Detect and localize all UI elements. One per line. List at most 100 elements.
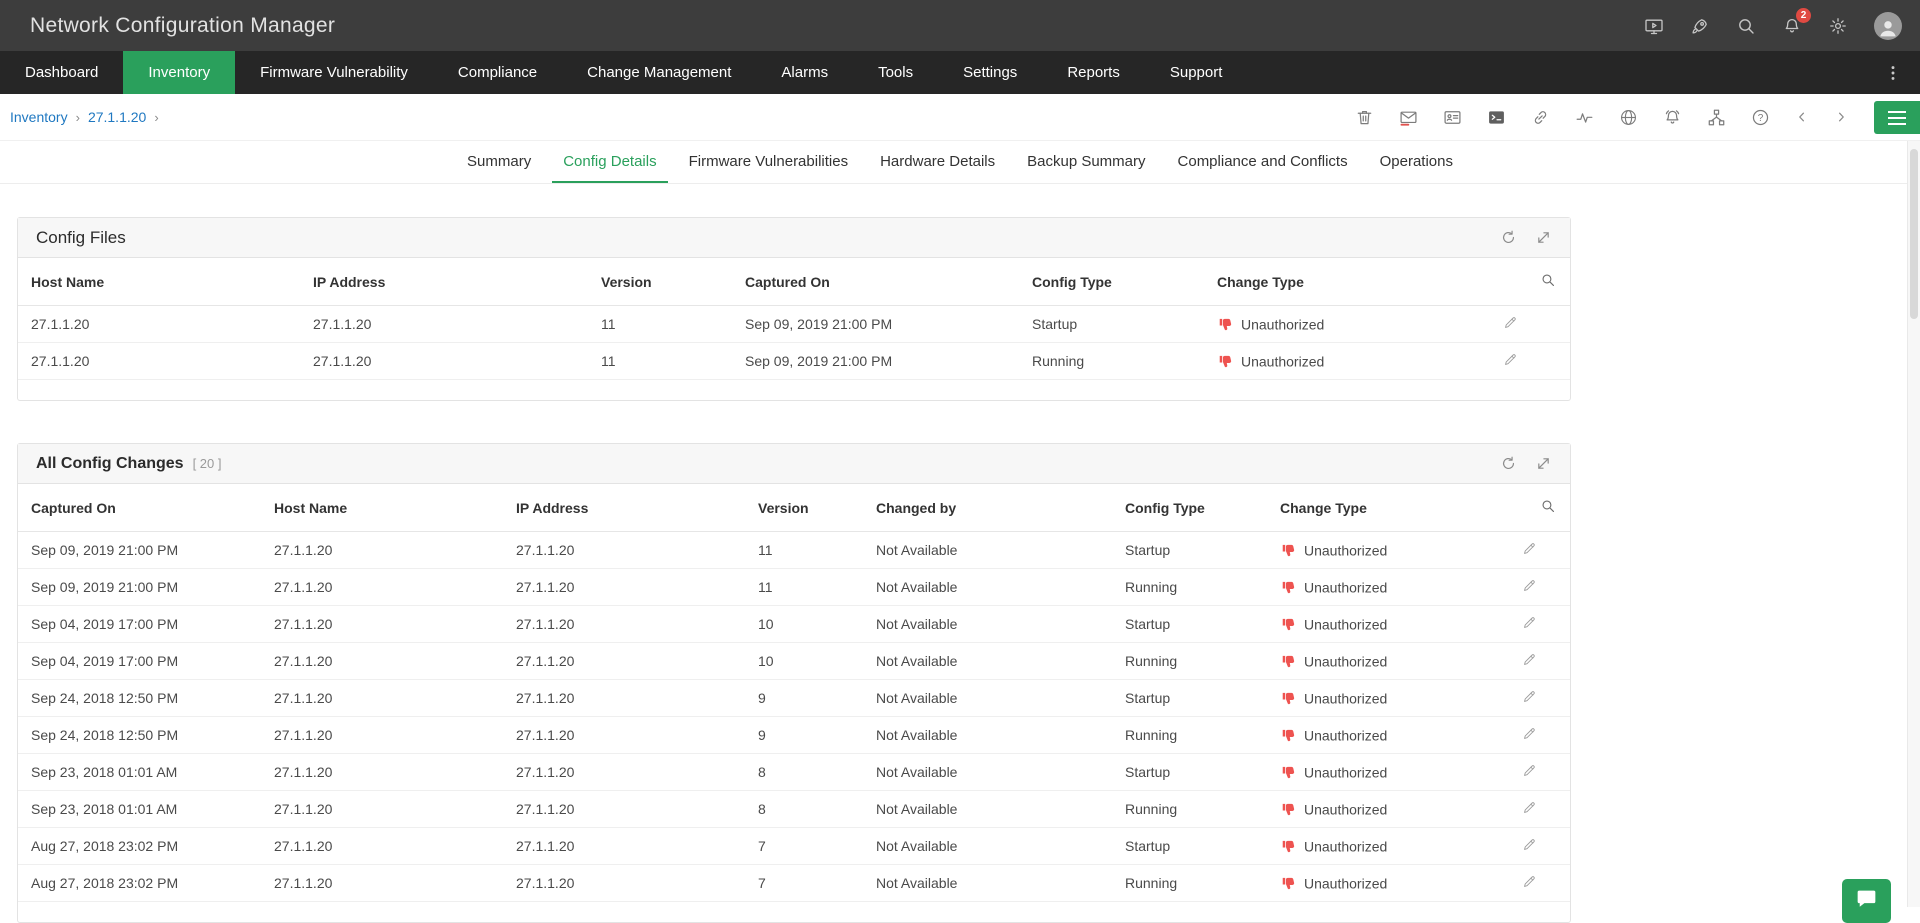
change-type-label: Unauthorized (1241, 353, 1324, 369)
cell: 9 (750, 717, 868, 754)
device-tabs: SummaryConfig Details Firmware Vulnerabil… (0, 141, 1920, 184)
table-row[interactable]: Aug 27, 2018 23:02 PM27.1.1.2027.1.1.207… (18, 828, 1570, 865)
edit-icon[interactable] (1514, 865, 1570, 902)
column-header-change-type[interactable]: Change Type (1209, 258, 1495, 306)
nav-item-firmware-vulnerability[interactable]: Firmware Vulnerability (235, 51, 433, 94)
search-icon[interactable] (1736, 16, 1756, 36)
table-row[interactable]: Aug 27, 2018 23:02 PM27.1.1.2027.1.1.207… (18, 865, 1570, 902)
overflow-menu-icon[interactable] (1884, 64, 1902, 82)
table-row[interactable]: Sep 24, 2018 12:50 PM27.1.1.2027.1.1.209… (18, 680, 1570, 717)
column-header-host-name[interactable]: Host Name (18, 258, 305, 306)
column-header-changed-by[interactable]: Changed by (868, 484, 1117, 532)
cell: Not Available (868, 569, 1117, 606)
table-row[interactable]: 27.1.1.2027.1.1.2011Sep 09, 2019 21:00 P… (18, 343, 1570, 380)
nav-item-change-management[interactable]: Change Management (562, 51, 756, 94)
gear-icon[interactable] (1828, 16, 1848, 36)
tab-summary[interactable]: Summary (456, 141, 542, 183)
table-search-icon[interactable] (1514, 484, 1570, 532)
tab-compliance-and-conflicts[interactable]: Compliance and Conflicts (1167, 141, 1359, 183)
column-header-ip-address[interactable]: IP Address (305, 258, 593, 306)
chevron-right-icon: › (154, 110, 158, 125)
table-row[interactable]: Sep 23, 2018 01:01 AM27.1.1.2027.1.1.208… (18, 791, 1570, 828)
chat-button[interactable] (1842, 879, 1891, 923)
bell-icon[interactable]: 2 (1782, 16, 1802, 36)
cell: 27.1.1.20 (508, 791, 750, 828)
change-type-cell: Unauthorized (1272, 754, 1514, 791)
terminal-icon[interactable] (1487, 108, 1506, 127)
tab-config-details[interactable]: Config Details (552, 141, 667, 183)
expand-icon[interactable] (1535, 455, 1552, 472)
screen-share-icon[interactable] (1644, 16, 1664, 36)
table-row[interactable]: Sep 09, 2019 21:00 PM27.1.1.2027.1.1.201… (18, 569, 1570, 606)
table-row[interactable]: Sep 23, 2018 01:01 AM27.1.1.2027.1.1.208… (18, 754, 1570, 791)
refresh-icon[interactable] (1500, 229, 1517, 246)
edit-icon[interactable] (1514, 606, 1570, 643)
help-icon[interactable]: ? (1751, 108, 1770, 127)
edit-icon[interactable] (1514, 569, 1570, 606)
avatar[interactable] (1874, 12, 1902, 40)
column-header-change-type[interactable]: Change Type (1272, 484, 1514, 532)
refresh-icon[interactable] (1500, 455, 1517, 472)
table-row[interactable]: Sep 09, 2019 21:00 PM27.1.1.2027.1.1.201… (18, 532, 1570, 569)
cell: Not Available (868, 754, 1117, 791)
link-icon[interactable] (1531, 108, 1550, 127)
tab-hardware-details[interactable]: Hardware Details (869, 141, 1006, 183)
cell: 8 (750, 754, 868, 791)
tab-operations[interactable]: Operations (1369, 141, 1464, 183)
edit-icon[interactable] (1514, 643, 1570, 680)
column-header-version[interactable]: Version (593, 258, 737, 306)
column-header-config-type[interactable]: Config Type (1024, 258, 1209, 306)
edit-icon[interactable] (1514, 828, 1570, 865)
cell: Sep 09, 2019 21:00 PM (18, 532, 266, 569)
cell: Running (1117, 791, 1272, 828)
column-header-captured-on[interactable]: Captured On (737, 258, 1024, 306)
nav-item-reports[interactable]: Reports (1042, 51, 1145, 94)
change-type-label: Unauthorized (1304, 579, 1387, 595)
trash-icon[interactable] (1355, 108, 1374, 127)
table-row[interactable]: Sep 04, 2019 17:00 PM27.1.1.2027.1.1.201… (18, 606, 1570, 643)
nav-item-tools[interactable]: Tools (853, 51, 938, 94)
column-header-captured-on[interactable]: Captured On (18, 484, 266, 532)
globe-icon[interactable] (1619, 108, 1638, 127)
column-header-version[interactable]: Version (750, 484, 868, 532)
nav-item-settings[interactable]: Settings (938, 51, 1042, 94)
cell: Not Available (868, 865, 1117, 902)
edit-icon[interactable] (1514, 717, 1570, 754)
chevron-left-icon[interactable] (1795, 110, 1809, 124)
config-changes-title-text: All Config Changes (36, 455, 184, 473)
scrollbar-thumb[interactable] (1910, 149, 1918, 319)
scrollbar[interactable] (1907, 141, 1920, 907)
edit-icon[interactable] (1495, 306, 1570, 343)
topology-icon[interactable] (1707, 108, 1726, 127)
edit-icon[interactable] (1514, 680, 1570, 717)
nav-item-inventory[interactable]: Inventory (123, 51, 235, 94)
rocket-icon[interactable] (1690, 16, 1710, 36)
nav-item-support[interactable]: Support (1145, 51, 1248, 94)
table-row[interactable]: Sep 04, 2019 17:00 PM27.1.1.2027.1.1.201… (18, 643, 1570, 680)
edit-icon[interactable] (1514, 754, 1570, 791)
nav-item-dashboard[interactable]: Dashboard (0, 51, 123, 94)
table-search-icon[interactable] (1495, 258, 1570, 306)
activity-icon[interactable] (1575, 108, 1594, 127)
breadcrumb-link-27.1.1.20[interactable]: 27.1.1.20 (88, 109, 146, 125)
menu-button[interactable] (1874, 101, 1920, 134)
expand-icon[interactable] (1535, 229, 1552, 246)
mail-icon[interactable] (1399, 108, 1418, 127)
nav-item-alarms[interactable]: Alarms (756, 51, 853, 94)
alarm-icon[interactable] (1663, 108, 1682, 127)
table-row[interactable]: 27.1.1.2027.1.1.2011Sep 09, 2019 21:00 P… (18, 306, 1570, 343)
edit-icon[interactable] (1514, 532, 1570, 569)
edit-icon[interactable] (1514, 791, 1570, 828)
tab-backup-summary[interactable]: Backup Summary (1016, 141, 1156, 183)
chevron-right-icon[interactable] (1834, 110, 1848, 124)
table-row[interactable]: Sep 24, 2018 12:50 PM27.1.1.2027.1.1.209… (18, 717, 1570, 754)
column-header-ip-address[interactable]: IP Address (508, 484, 750, 532)
column-header-host-name[interactable]: Host Name (266, 484, 508, 532)
edit-icon[interactable] (1495, 343, 1570, 380)
nav-item-compliance[interactable]: Compliance (433, 51, 562, 94)
tab-firmware-vulnerabilities[interactable]: Firmware Vulnerabilities (678, 141, 860, 183)
breadcrumb-link-inventory[interactable]: Inventory (10, 109, 68, 125)
breadcrumb: Inventory›27.1.1.20› (0, 109, 159, 125)
id-card-icon[interactable] (1443, 108, 1462, 127)
column-header-config-type[interactable]: Config Type (1117, 484, 1272, 532)
